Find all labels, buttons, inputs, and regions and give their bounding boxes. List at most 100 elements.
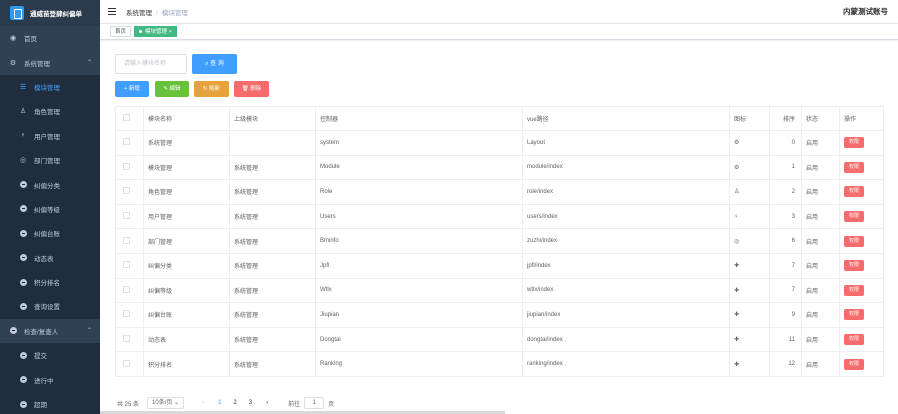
table-row[interactable]: 积分排名 系统管理 Ranking ranking/index ✚ 12 启用 权限 (115, 351, 884, 377)
user-name[interactable]: 内蒙测试账号 (843, 6, 888, 17)
chevron-up-icon: ⌃ (86, 328, 92, 335)
row-checkbox[interactable] (123, 138, 130, 146)
cell-controller: Wtlx (315, 277, 523, 304)
cell-order: 9 (769, 302, 802, 328)
sidebar-item-dynamic[interactable]: 动态表 (0, 245, 100, 270)
permission-button[interactable]: 权限 (844, 358, 865, 370)
row-checkbox[interactable] (123, 359, 130, 367)
cell-controller: Dongtai (315, 326, 523, 353)
permission-button[interactable]: 权限 (844, 260, 865, 272)
tag-module[interactable]: 模块管理 × (134, 26, 177, 37)
sidebar-item-level[interactable]: 纠偏等级 (0, 196, 100, 222)
table-row[interactable]: 系统管理 system Layout ⚙ 0 启用 权限 (115, 130, 884, 156)
sidebar-item-role[interactable]: ♙ 角色管理 (0, 99, 100, 124)
breadcrumb-current: 模块管理 (161, 9, 188, 17)
cell-path: module/index (522, 154, 730, 181)
pagination-total: 共 25 条 (117, 401, 140, 408)
select-all-checkbox[interactable] (123, 114, 130, 121)
add-button[interactable]: + 新增 (115, 81, 149, 97)
permission-button[interactable]: 权限 (844, 186, 865, 198)
cell-order: 1 (769, 154, 802, 181)
hamburger-icon[interactable] (108, 8, 116, 15)
sidebar-item-category[interactable]: 纠偏分类 (0, 172, 100, 197)
cell-order: 7 (769, 252, 802, 279)
cell-parent: 系统管理 (229, 179, 316, 205)
table-row[interactable]: 用户管理 系统管理 Users users/index ♀ 3 启用 权限 (115, 203, 884, 230)
goto-page-input[interactable]: 1 (304, 397, 325, 409)
search-button[interactable]: ⌕ 查 询 (192, 54, 237, 74)
permission-button[interactable]: 权限 (844, 334, 865, 346)
table-row[interactable]: 纠偏等级 系统管理 Wtlx wtlx/index ✚ 7 启用 权限 (115, 277, 884, 304)
search-input[interactable]: 请输入模块名称 (115, 54, 187, 74)
breadcrumb-item[interactable]: 系统管理 (126, 10, 152, 17)
table-row[interactable]: 纠偏台账 系统管理 Jiupian jiupian/index ✚ 9 启用 权限 (115, 302, 884, 328)
cell-icon: ⚙ (729, 154, 770, 181)
row-checkbox[interactable] (123, 335, 130, 343)
cell-order: 3 (769, 203, 802, 230)
tag-home[interactable]: 首页 (110, 26, 132, 37)
sidebar-item-overdue[interactable]: 超期 (0, 391, 100, 414)
page-1[interactable]: 1 (218, 400, 221, 406)
sidebar-item-home[interactable]: ◉ 首页 (0, 26, 100, 50)
cell-status: 启用 (801, 130, 840, 156)
next-page-icon[interactable]: › (266, 400, 268, 406)
table-row[interactable]: 纠偏分类 系统管理 Jpfl jpfl/index ✚ 7 启用 权限 (115, 252, 884, 279)
cell-controller: system (315, 130, 523, 156)
sidebar-item-query-settings[interactable]: 查询设置 (0, 294, 100, 319)
table-row[interactable]: 模块管理 系统管理 Module module/index ⚙ 1 启用 权限 (115, 154, 884, 181)
permission-button[interactable]: 权限 (844, 137, 865, 149)
row-checkbox[interactable] (123, 187, 130, 195)
circle-plus-icon (18, 278, 28, 286)
cell-name: 纠偏台账 (143, 302, 230, 328)
cell-controller: Jpfl (315, 252, 523, 279)
sidebar-item-dept[interactable]: ◎ 部门管理 (0, 147, 100, 173)
page-2[interactable]: 2 (233, 400, 236, 406)
page-size-select[interactable]: 10条/页 ⌄ (147, 397, 185, 409)
close-icon[interactable]: × (169, 29, 172, 35)
sidebar-item-module[interactable]: ☰ 模块管理 (0, 74, 100, 100)
cell-icon: ♙ (729, 179, 770, 205)
pagination: 共 25 条 10条/页 ⌄ ‹ 1 2 3 › 前往 1 页 (117, 396, 334, 410)
sidebar-item-system[interactable]: ⚙ 系统管理 ⌃ (0, 50, 100, 74)
cell-controller: Module (315, 154, 523, 181)
cell-icon: ◎ (729, 228, 770, 254)
col-status: 状态 (801, 106, 840, 131)
row-checkbox[interactable] (123, 261, 130, 269)
cell-controller: Bminfo (315, 228, 523, 254)
table-header-row: 模块名称 上级模块 控制器 vue路径 图标 排序 状态 操作 (115, 106, 884, 131)
cell-status: 启用 (801, 179, 840, 205)
row-checkbox[interactable] (123, 310, 130, 318)
refresh-button[interactable]: ↻ 刷新 (194, 81, 229, 97)
sidebar-item-in-progress[interactable]: 进行中 (0, 367, 100, 392)
tags-view: 首页 模块管理 × (100, 24, 898, 40)
cell-controller: Role (315, 179, 523, 205)
prev-page-icon[interactable]: ‹ (202, 400, 204, 406)
col-name: 模块名称 (143, 106, 230, 131)
sidebar-item-inspector[interactable]: 检查/复查人 ⌃ (0, 319, 100, 343)
cell-status: 启用 (801, 228, 840, 254)
table-row[interactable]: 部门管理 系统管理 Bminfo zuzhi/index ◎ 6 启用 权限 (115, 228, 884, 254)
goto-suffix: 页 (328, 401, 335, 408)
cell-path: jpfl/index (522, 252, 730, 279)
row-checkbox[interactable] (123, 236, 130, 244)
delete-button[interactable]: 🗑 删除 (234, 81, 269, 97)
edit-button[interactable]: ✎ 编辑 (155, 81, 189, 97)
col-order: 排序 (769, 106, 802, 131)
permission-button[interactable]: 权限 (844, 211, 865, 223)
sidebar-item-submit[interactable]: 提交 (0, 343, 100, 368)
permission-button[interactable]: 权限 (844, 309, 865, 321)
page-3[interactable]: 3 (249, 400, 252, 406)
permission-button[interactable]: 权限 (844, 161, 865, 173)
table-row[interactable]: 角色管理 系统管理 Role role/index ♙ 2 启用 权限 (115, 179, 884, 205)
sidebar-item-ledger[interactable]: 纠偏台账 (0, 221, 100, 246)
cell-parent: 系统管理 (229, 326, 316, 353)
row-checkbox[interactable] (123, 162, 130, 170)
permission-button[interactable]: 权限 (844, 235, 865, 247)
sidebar-item-user[interactable]: ♀ 用户管理 (0, 123, 100, 148)
table-row[interactable]: 动态表 系统管理 Dongtai dongtai/index ✚ 11 启用 权限 (115, 326, 884, 353)
row-checkbox[interactable] (123, 212, 130, 220)
row-checkbox[interactable] (123, 285, 130, 293)
circle-plus-icon (18, 400, 28, 408)
sidebar-item-ranking[interactable]: 积分排名 (0, 269, 100, 295)
permission-button[interactable]: 权限 (844, 284, 865, 296)
